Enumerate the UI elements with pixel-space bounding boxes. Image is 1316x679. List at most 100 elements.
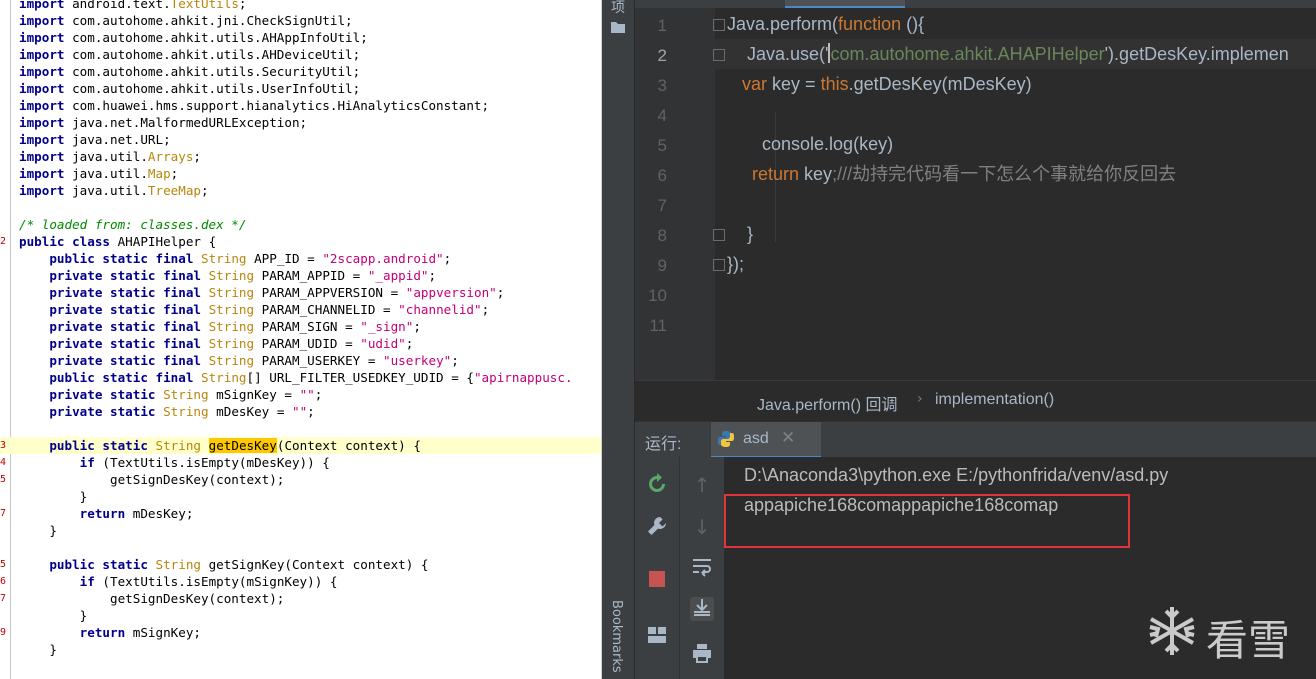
java-code-line[interactable]: import java.util.Map; xyxy=(0,165,601,182)
editor-line[interactable]: return key;///劫持完代码看一下怎么个事就给你反回去 xyxy=(727,162,1176,186)
java-code-line[interactable]: private static final String PARAM_APPID … xyxy=(0,267,601,284)
java-code-line[interactable]: private static String mDesKey = ""; xyxy=(0,403,601,420)
java-code-line[interactable]: public static final String[] URL_FILTER_… xyxy=(0,369,601,386)
java-decompiler-panel[interactable]: import android.text.TextUtils; import com… xyxy=(0,0,602,679)
java-code-line[interactable]: import java.util.TreeMap; xyxy=(0,182,601,199)
folder-icon[interactable] xyxy=(610,20,626,36)
java-code-line[interactable]: 2 public class AHAPIHelper { xyxy=(0,233,601,250)
code-token: public static xyxy=(49,438,148,453)
java-code-line[interactable]: } xyxy=(0,641,601,658)
java-code-line[interactable]: /* loaded from: classes.dex */ xyxy=(0,216,601,233)
java-code-line[interactable]: private static String mSignKey = ""; xyxy=(0,386,601,403)
java-code-line[interactable]: import com.autohome.ahkit.utils.UserInfo… xyxy=(0,80,601,97)
code-token: public static final xyxy=(49,251,194,266)
java-gutter-number: 3 xyxy=(0,440,7,451)
editor-line[interactable]: Java.use(' com.autohome.ahkit.AHAPIHelper… xyxy=(727,42,1289,66)
code-token: import xyxy=(19,115,65,130)
project-tab-label[interactable]: 项 xyxy=(610,0,626,16)
java-code-line[interactable]: 5 public static String getSignKey(Contex… xyxy=(0,556,601,573)
java-code-line[interactable]: import com.autohome.ahkit.jni.CheckSignU… xyxy=(0,12,601,29)
fold-marker-icon[interactable] xyxy=(713,229,725,241)
java-code-line[interactable]: 4 if (TextUtils.isEmpty(mDesKey)) { xyxy=(0,454,601,471)
java-code-line[interactable]: private static final String PARAM_UDID =… xyxy=(0,335,601,352)
java-code-line[interactable]: public static final String APP_ID = "2sc… xyxy=(0,250,601,267)
java-code-line[interactable]: 7 return mDesKey; xyxy=(0,505,601,522)
java-code-text: public static String getDesKey(Context c… xyxy=(19,437,421,454)
java-code-line[interactable]: import java.net.URL; xyxy=(0,131,601,148)
java-code-line[interactable]: import java.net.MalformedURLException; xyxy=(0,114,601,131)
code-token: function xyxy=(838,14,902,34)
run-tab-asd[interactable]: asd ✕ xyxy=(711,422,821,458)
close-icon[interactable]: ✕ xyxy=(781,428,795,448)
java-code-text: public static final String[] URL_FILTER_… xyxy=(19,369,572,386)
java-code-line[interactable]: private static final String PARAM_USERKE… xyxy=(0,352,601,369)
java-code-text: import com.autohome.ahkit.utils.AHAppInf… xyxy=(19,29,368,46)
down-arrow-icon[interactable]: ↓ xyxy=(690,515,714,539)
java-code-line[interactable]: import com.autohome.ahkit.utils.Security… xyxy=(0,63,601,80)
run-toolbar-primary xyxy=(635,457,679,679)
java-code-line[interactable]: 7 getSignDesKey(context); xyxy=(0,590,601,607)
java-code-line[interactable]: 3 public static String getDesKey(Context… xyxy=(0,437,601,454)
layout-icon[interactable] xyxy=(645,625,669,649)
fold-marker-icon[interactable] xyxy=(713,19,725,31)
bookmarks-label: Bookmarks xyxy=(609,600,624,673)
java-code-line[interactable]: import com.autohome.ahkit.utils.AHAppInf… xyxy=(0,29,601,46)
java-code-line[interactable]: private static final String PARAM_APPVER… xyxy=(0,284,601,301)
java-code-line[interactable]: } xyxy=(0,607,601,624)
editor-line[interactable]: } xyxy=(727,222,753,246)
fold-marker-icon[interactable] xyxy=(713,259,725,271)
code-editor[interactable]: 1 2 3 4 5 6 7 8 9 10 11 Java.perform(function (){ … xyxy=(635,0,1316,380)
java-code-line[interactable]: 9 return mSignKey; xyxy=(0,624,601,641)
java-code-line[interactable]: private static final String PARAM_SIGN =… xyxy=(0,318,601,335)
soft-wrap-icon[interactable] xyxy=(690,557,714,581)
code-token: mSignKey; xyxy=(125,625,201,640)
java-gutter-number: 5 xyxy=(0,474,7,485)
java-code-line[interactable]: } xyxy=(0,522,601,539)
java-code-text: import android.text.TextUtils; xyxy=(19,0,247,12)
java-code-text: import java.net.URL; xyxy=(19,131,171,148)
java-code-line[interactable] xyxy=(0,539,601,556)
editor-tab-active[interactable] xyxy=(785,0,905,8)
stop-icon[interactable] xyxy=(645,569,669,593)
print-icon[interactable] xyxy=(690,643,714,667)
code-token: mSignKey = xyxy=(208,387,300,402)
editor-line[interactable]: var key = this.getDesKey(mDesKey) xyxy=(727,72,1032,96)
code-token: "" xyxy=(299,387,315,402)
java-code-line[interactable]: 6 if (TextUtils.isEmpty(mSignKey)) { xyxy=(0,573,601,590)
up-arrow-icon[interactable]: ↑ xyxy=(690,473,714,497)
scroll-to-end-icon[interactable] xyxy=(690,597,714,621)
code-token: (Context context) { xyxy=(276,438,421,453)
java-code-line[interactable]: private static final String PARAM_CHANNE… xyxy=(0,301,601,318)
fold-marker-icon[interactable] xyxy=(713,49,725,61)
java-code-text: if (TextUtils.isEmpty(mDesKey)) { xyxy=(19,454,330,471)
java-code-line[interactable]: import android.text.TextUtils; xyxy=(0,0,601,12)
code-token: TextUtils xyxy=(170,0,239,11)
java-code-line[interactable]: 5 getSignDesKey(context); xyxy=(0,471,601,488)
code-token: java.net.MalformedURLException; xyxy=(64,115,308,130)
code-token: Map xyxy=(147,166,171,181)
java-code-line[interactable] xyxy=(0,199,601,216)
wrench-icon[interactable] xyxy=(645,515,669,539)
breadcrumb-item-implementation[interactable]: implementation() xyxy=(935,391,1054,409)
breadcrumb-item-perform[interactable]: Java.perform() 回调 xyxy=(757,391,897,415)
java-code-line[interactable] xyxy=(0,420,601,437)
code-token: import xyxy=(19,64,65,79)
java-code-line[interactable]: import java.util.Arrays; xyxy=(0,148,601,165)
line-number: 9 xyxy=(657,256,667,275)
rerun-icon[interactable] xyxy=(645,473,669,497)
editor-line[interactable]: Java.perform(function (){ xyxy=(727,12,924,36)
java-code-line[interactable]: } xyxy=(0,488,601,505)
code-token: ; xyxy=(481,302,490,317)
bookmarks-tab[interactable]: Bookmarks xyxy=(602,600,634,679)
code-token: return xyxy=(79,506,126,521)
editor-line[interactable]: console.log(key) xyxy=(727,132,893,156)
java-code-line[interactable]: import com.autohome.ahkit.utils.AHDevice… xyxy=(0,46,601,63)
editor-line[interactable]: }); xyxy=(727,252,744,276)
java-code-line[interactable]: import com.huawei.hms.support.hianalytic… xyxy=(0,97,601,114)
java-code-text: private static final String PARAM_USERKE… xyxy=(19,352,459,369)
